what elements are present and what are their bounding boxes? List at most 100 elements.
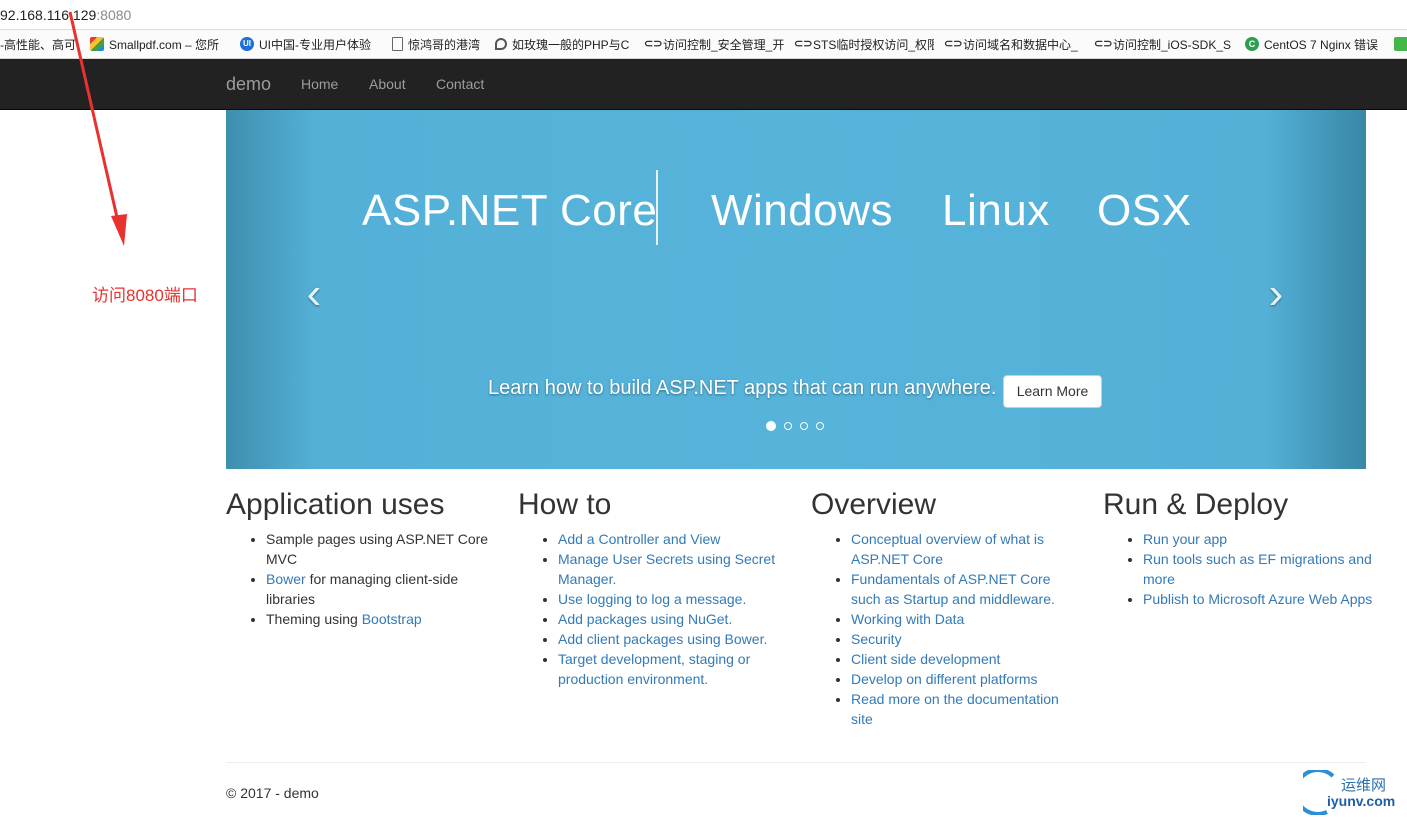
- bookmark-label: STS临时授权访问_权限: [813, 37, 934, 52]
- chevron-left-icon: ‹: [306, 269, 322, 318]
- bookmark-item[interactable]: ⊂⊃ 访问控制_安全管理_开: [644, 36, 784, 52]
- list-item-link[interactable]: Security: [851, 631, 902, 647]
- hero-windows: Windows: [711, 186, 893, 235]
- list-item[interactable]: Conceptual overview of what is ASP.NET C…: [851, 529, 1081, 569]
- hero-divider: [656, 170, 658, 245]
- list-item[interactable]: Develop on different platforms: [851, 669, 1081, 689]
- bookmark-label: 访问控制_iOS-SDK_S: [1113, 37, 1232, 52]
- bookmark-item[interactable]: 惊鸿哥的港湾: [392, 36, 488, 52]
- annotation-arrow: [68, 11, 127, 246]
- footer-copyright: © 2017 - demo: [226, 785, 319, 801]
- column-list: Conceptual overview of what is ASP.NET C…: [811, 529, 1081, 729]
- list-item-link[interactable]: Use logging to log a message.: [558, 591, 746, 607]
- list-item-link[interactable]: Add packages using NuGet.: [558, 611, 732, 627]
- column-how-to: How to Add a Controller and View Manage U…: [518, 487, 788, 689]
- list-item[interactable]: Run your app: [1143, 529, 1373, 549]
- bookmark-label: 如玫瑰一般的PHP与C: [512, 37, 630, 52]
- list-item-link[interactable]: Client side development: [851, 651, 1000, 667]
- rose-icon: [495, 38, 507, 50]
- list-item[interactable]: Client side development: [851, 649, 1081, 669]
- watermark-logo: 运维网 iyunv.com: [1303, 770, 1395, 815]
- list-item-link[interactable]: Working with Data: [851, 611, 964, 627]
- navbar-brand[interactable]: demo: [226, 74, 271, 95]
- list-item[interactable]: Fundamentals of ASP.NET Core such as Sta…: [851, 569, 1081, 609]
- list-item[interactable]: Run tools such as EF migrations and more: [1143, 549, 1373, 589]
- bookmark-item[interactable]: [1394, 36, 1407, 52]
- list-item[interactable]: Add packages using NuGet.: [558, 609, 788, 629]
- list-item-link[interactable]: Develop on different platforms: [851, 671, 1038, 687]
- list-item[interactable]: Bower for managing client-side libraries: [266, 569, 496, 609]
- list-item[interactable]: Theming using Bootstrap: [266, 609, 496, 629]
- bookmark-label: UI中国-专业用户体验: [259, 37, 371, 52]
- list-item[interactable]: Add a Controller and View: [558, 529, 788, 549]
- annotation-text: 访问8080端口: [92, 286, 198, 305]
- nav-link-about[interactable]: About: [369, 76, 406, 92]
- bookmark-item[interactable]: C CentOS 7 Nginx 错误: [1245, 36, 1387, 52]
- link-icon: ⊂⊃: [1094, 38, 1113, 50]
- list-item-link[interactable]: Run your app: [1143, 531, 1227, 547]
- list-item-link[interactable]: Read more on the documentation site: [851, 691, 1059, 727]
- hero-linux: Linux: [942, 186, 1050, 235]
- list-item[interactable]: Add client packages using Bower.: [558, 629, 788, 649]
- carousel: ASP.NET Core Windows Linux OSX ‹ › Learn…: [226, 110, 1366, 469]
- column-title: Run & Deploy: [1103, 488, 1289, 521]
- column-title: Overview: [811, 488, 937, 521]
- carousel-next-button[interactable]: ›: [1260, 272, 1292, 316]
- ui-china-icon: UI: [240, 37, 254, 51]
- list-item[interactable]: Security: [851, 629, 1081, 649]
- bookmark-item[interactable]: UI UI中国-专业用户体验: [240, 36, 378, 52]
- nav-link-contact[interactable]: Contact: [436, 76, 484, 92]
- column-run-deploy: Run & Deploy Run your app Run tools such …: [1103, 487, 1373, 609]
- list-item[interactable]: Read more on the documentation site: [851, 689, 1081, 729]
- column-list: Run your app Run tools such as EF migrati…: [1103, 529, 1373, 609]
- list-item[interactable]: Publish to Microsoft Azure Web Apps: [1143, 589, 1373, 609]
- nav-link-home[interactable]: Home: [301, 76, 338, 92]
- list-item-link[interactable]: Publish to Microsoft Azure Web Apps: [1143, 591, 1372, 607]
- list-item: Sample pages using ASP.NET Core MVC: [266, 529, 496, 569]
- wechat-icon: [1394, 37, 1407, 51]
- list-item-text: Theming using: [266, 611, 362, 627]
- list-item-link[interactable]: Fundamentals of ASP.NET Core such as Sta…: [851, 571, 1055, 607]
- document-icon: [392, 37, 403, 51]
- bookmark-item[interactable]: ⊂⊃ 访问控制_iOS-SDK_S: [1094, 36, 1234, 52]
- hero-asp-net-core: ASP.NET Core: [362, 186, 658, 235]
- list-item[interactable]: Manage User Secrets using Secret Manager…: [558, 549, 788, 589]
- bookmark-label: CentOS 7 Nginx 错误: [1264, 37, 1379, 52]
- list-item[interactable]: Target development, staging or productio…: [558, 649, 788, 689]
- column-list: Add a Controller and View Manage User Sec…: [518, 529, 788, 689]
- annotation-arrow-head: [111, 214, 127, 246]
- column-overview: Overview Conceptual overview of what is …: [811, 487, 1081, 729]
- list-item-link[interactable]: Manage User Secrets using Secret Manager…: [558, 551, 775, 587]
- carousel-prev-button[interactable]: ‹: [298, 272, 330, 316]
- carousel-indicator-active[interactable]: [766, 421, 776, 431]
- list-item-link[interactable]: Add a Controller and View: [558, 531, 720, 547]
- list-item-link[interactable]: Bower: [266, 571, 306, 587]
- bookmark-label: 访问域名和数据中心_: [963, 37, 1078, 52]
- link-icon: ⊂⊃: [794, 38, 813, 50]
- carousel-indicator[interactable]: [816, 422, 824, 430]
- annotation-arrow-line: [68, 11, 121, 227]
- carousel-indicator[interactable]: [784, 422, 792, 430]
- bookmark-item[interactable]: ⊂⊃ 访问域名和数据中心_: [944, 36, 1084, 52]
- column-list: Sample pages using ASP.NET Core MVCBower…: [226, 529, 496, 629]
- list-item-link[interactable]: Conceptual overview of what is ASP.NET C…: [851, 531, 1044, 567]
- carousel-caption: Learn how to build ASP.NET apps that can…: [488, 377, 997, 399]
- chevron-right-icon: ›: [1268, 269, 1284, 318]
- watermark-text-en: iyunv.com: [1327, 793, 1395, 809]
- carousel-indicator[interactable]: [800, 422, 808, 430]
- learn-more-button[interactable]: Learn More: [1003, 375, 1102, 408]
- list-item[interactable]: Working with Data: [851, 609, 1081, 629]
- bookmark-label: 惊鸿哥的港湾: [408, 37, 481, 52]
- column-title: Application uses: [226, 488, 445, 521]
- list-item-link[interactable]: Target development, staging or productio…: [558, 651, 750, 687]
- list-item[interactable]: Use logging to log a message.: [558, 589, 788, 609]
- bookmark-label: 访问控制_安全管理_开: [663, 37, 784, 52]
- bookmark-item[interactable]: 如玫瑰一般的PHP与C: [495, 36, 633, 52]
- list-item-text: Sample pages using ASP.NET Core MVC: [266, 531, 489, 567]
- link-icon: ⊂⊃: [644, 38, 663, 50]
- list-item-link[interactable]: Run tools such as EF migrations and more: [1143, 551, 1372, 587]
- list-item-link[interactable]: Bootstrap: [362, 611, 422, 627]
- footer-divider: [226, 762, 1366, 763]
- list-item-link[interactable]: Add client packages using Bower.: [558, 631, 767, 647]
- bookmark-item[interactable]: ⊂⊃ STS临时授权访问_权限: [794, 36, 934, 52]
